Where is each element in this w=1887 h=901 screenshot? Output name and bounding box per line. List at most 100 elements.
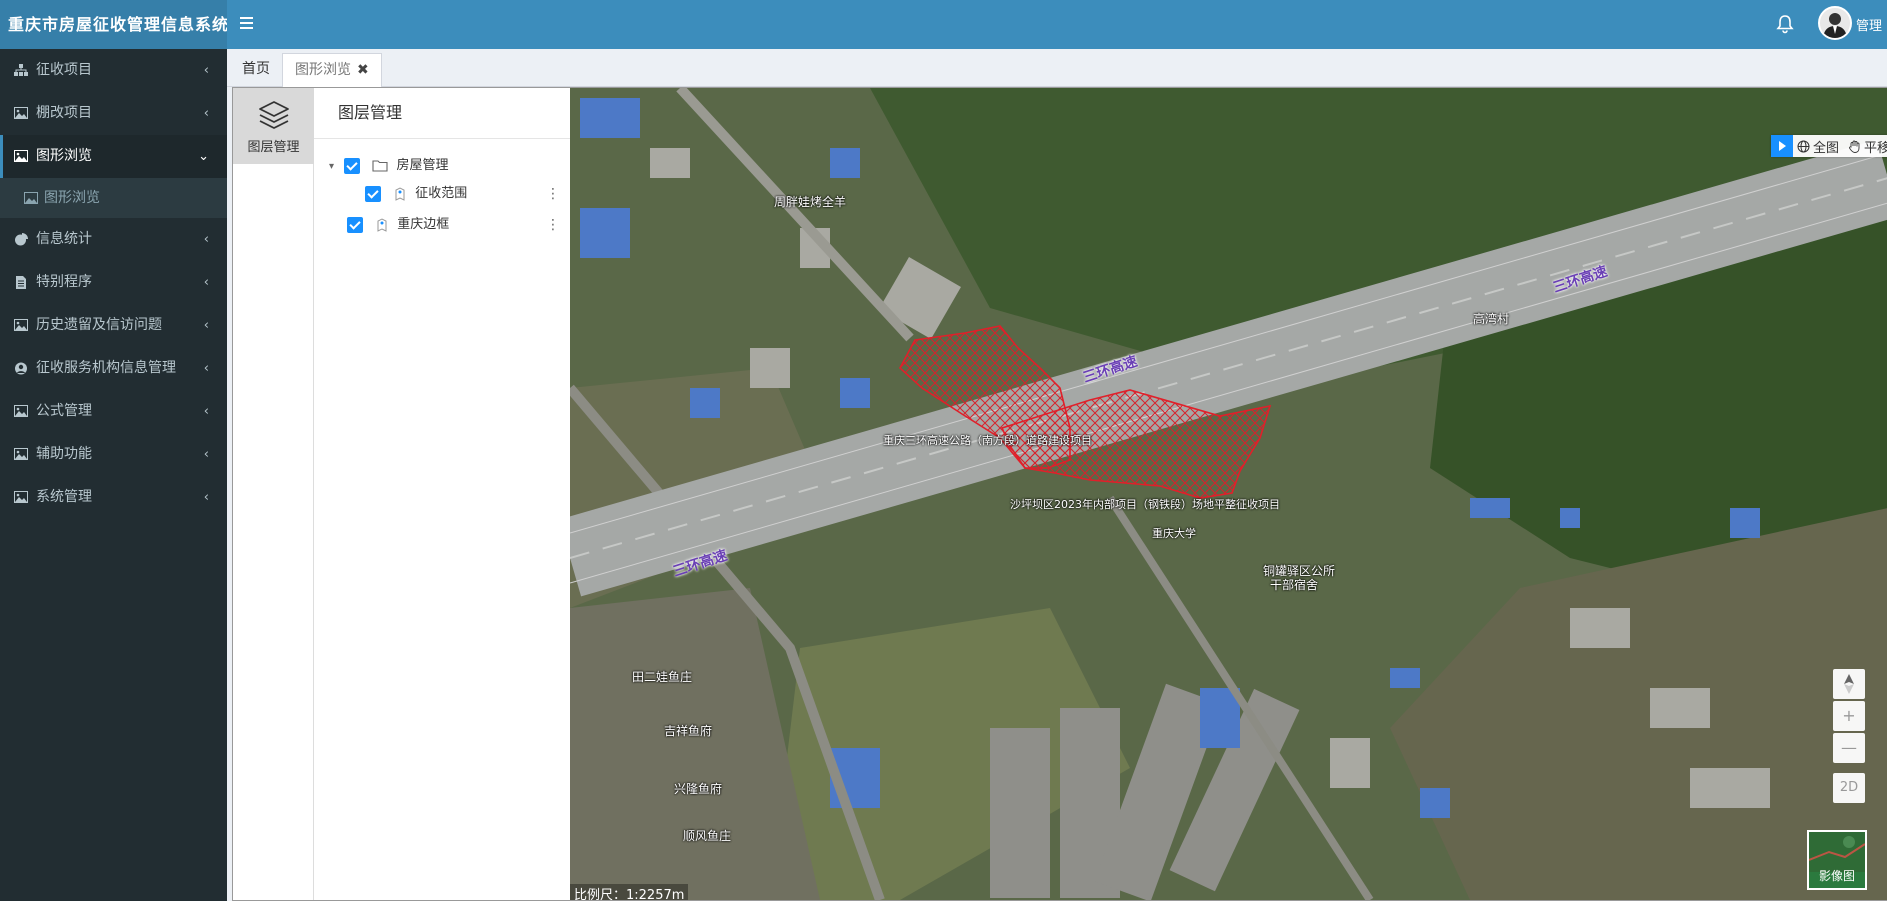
basemap-label: 影像图 — [1818, 869, 1855, 883]
sidebar-item-collection-projects[interactable]: 征收项目 ‹ — [0, 49, 227, 92]
sidebar-item-auxiliary-functions[interactable]: 辅助功能 ‹ — [0, 433, 227, 476]
folder-icon — [372, 160, 388, 172]
menu-toggle-icon[interactable] — [240, 14, 256, 34]
tree-node-chongqing-border[interactable]: 重庆边框 ⋮ — [347, 214, 570, 236]
avatar[interactable] — [1818, 6, 1852, 40]
tree-node-label: 重庆边框 — [397, 217, 450, 232]
sidebar-item-history-petitions[interactable]: 历史遗留及信访问题 ‹ — [0, 304, 227, 347]
file-icon — [16, 276, 26, 289]
chevron-left-icon: ‹ — [203, 318, 209, 333]
tab-home[interactable]: 首页 — [230, 53, 282, 87]
top-header: 重庆市房屋征收管理信息系统 管理 — [0, 0, 1887, 49]
chevron-left-icon: ‹ — [203, 106, 209, 121]
sidebar-item-graphic-browse[interactable]: 图形浏览 ⌄ — [0, 135, 227, 178]
tool-strip: 图层管理 — [233, 88, 314, 900]
basemap-thumbnail — [1808, 832, 1866, 872]
poi-label: 重庆大学 — [1152, 527, 1196, 540]
tab-graphic-browse[interactable]: 图形浏览 ✖ — [282, 53, 382, 87]
scale-bar: 比例尺：1:2257m — [570, 884, 689, 900]
map-layer-icon — [377, 217, 387, 232]
poi-label: 田二娃鱼庄 — [632, 670, 693, 684]
layer-panel: 图层管理 ▾ 房屋管理 征收范围 ⋮ 重庆边框 ⋮ — [314, 88, 570, 900]
user-avatar-icon — [1820, 8, 1850, 38]
map-viewport[interactable]: 周胖娃烤全羊 高湾村 重庆三环高速公路（南方段）道路建设项目 沙坪坝区2023年… — [570, 88, 1887, 900]
sidebar-item-label: 历史遗留及信访问题 — [36, 317, 162, 333]
tree-node-collection-scope[interactable]: 征收范围 ⋮ — [365, 183, 570, 205]
pan-button[interactable]: 平移 — [1844, 137, 1887, 156]
hand-icon — [1849, 140, 1860, 153]
sidebar-item-system-management[interactable]: 系统管理 ‹ — [0, 476, 227, 519]
tab-strip: 首页 图形浏览 ✖ — [227, 49, 1887, 87]
poi-label: 兴隆鱼府 — [674, 782, 723, 796]
user-circle-icon — [15, 362, 27, 375]
sitemap-icon — [14, 64, 28, 76]
compass-button[interactable] — [1833, 669, 1865, 699]
image-icon — [14, 448, 28, 460]
app-title: 重庆市房屋征收管理信息系统 — [0, 0, 227, 49]
image-icon — [14, 107, 28, 119]
layer-checkbox[interactable] — [344, 157, 361, 174]
map-toolbar: 全图 平移 选择 图例 导出 — [1771, 135, 1887, 157]
poi-label: 干部宿舍 — [1270, 578, 1319, 592]
sidebar-item-label: 信息统计 — [36, 231, 92, 247]
poi-label: 顺风鱼庄 — [683, 829, 732, 843]
sidebar-item-label: 征收服务机构信息管理 — [36, 360, 176, 376]
poi-label: 吉祥鱼府 — [664, 724, 713, 738]
map-layer-icon — [395, 186, 405, 201]
tree-node-label: 征收范围 — [415, 186, 468, 201]
caret-down-icon[interactable]: ▾ — [329, 161, 334, 172]
layers-icon — [259, 101, 289, 129]
satellite-imagery — [570, 88, 1887, 900]
more-options-icon[interactable]: ⋮ — [546, 183, 560, 205]
sidebar-item-label: 图形浏览 — [36, 148, 92, 164]
sidebar-subitem-graphic-browse[interactable]: 图形浏览 — [0, 178, 227, 218]
panel-title: 图层管理 — [314, 88, 570, 139]
sidebar-item-formula-management[interactable]: 公式管理 ‹ — [0, 390, 227, 433]
image-icon — [14, 405, 28, 417]
globe-icon — [1797, 140, 1810, 152]
compass-icon — [1844, 674, 1854, 694]
poi-label: 周胖娃烤全羊 — [774, 195, 847, 209]
layer-manager-button[interactable]: 图层管理 — [233, 88, 314, 164]
chevron-left-icon: ‹ — [203, 63, 209, 78]
sidebar-item-label: 公式管理 — [36, 403, 92, 419]
sidebar-item-label: 辅助功能 — [36, 446, 92, 462]
sidebar-item-special-procedures[interactable]: 特别程序 ‹ — [0, 261, 227, 304]
chevron-left-icon: ‹ — [203, 232, 209, 247]
sidebar-item-label: 征收项目 — [36, 62, 92, 78]
main-content: 图层管理 图层管理 ▾ 房屋管理 征收范围 ⋮ 重庆边框 ⋮ 周胖娃烤全羊 高湾… — [232, 87, 1887, 901]
poi-label: 高湾村 — [1473, 312, 1510, 326]
tab-label: 图形浏览 — [295, 62, 351, 78]
chevron-down-icon: ⌄ — [198, 149, 209, 164]
bell-icon[interactable] — [1776, 14, 1794, 34]
image-icon — [14, 491, 28, 503]
sidebar-item-statistics[interactable]: 信息统计 ‹ — [0, 218, 227, 261]
sidebar: 征收项目 ‹ 棚改项目 ‹ 图形浏览 ⌄ 图形浏览 信息统计 ‹ 特别程序 ‹ … — [0, 49, 227, 901]
user-name[interactable]: 管理 — [1856, 15, 1882, 34]
sidebar-item-renovation-projects[interactable]: 棚改项目 ‹ — [0, 92, 227, 135]
zoom-in-button[interactable]: + — [1833, 701, 1865, 731]
chevron-left-icon: ‹ — [203, 361, 209, 376]
polygon-label: 沙坪坝区2023年内部项目（钢铁段）场地平整征收项目 — [1010, 498, 1280, 511]
chevron-left-icon: ‹ — [203, 447, 209, 462]
basemap-switcher[interactable]: 影像图 — [1807, 830, 1867, 890]
close-icon[interactable]: ✖ — [357, 62, 369, 78]
zoom-out-button[interactable]: — — [1833, 733, 1865, 763]
more-options-icon[interactable]: ⋮ — [546, 214, 560, 236]
chevron-left-icon: ‹ — [203, 490, 209, 505]
layer-checkbox[interactable] — [347, 216, 363, 233]
full-extent-button[interactable]: 全图 — [1793, 137, 1844, 156]
sidebar-item-service-agencies[interactable]: 征收服务机构信息管理 ‹ — [0, 347, 227, 390]
tree-node-label: 房屋管理 — [396, 158, 449, 173]
sidebar-subitem-label: 图形浏览 — [44, 190, 100, 206]
polygon-label: 重庆三环高速公路（南方段）道路建设项目 — [883, 434, 1092, 447]
layer-checkbox[interactable] — [365, 185, 381, 202]
sidebar-item-label: 特别程序 — [36, 274, 92, 290]
view-mode-button[interactable]: 2D — [1833, 773, 1865, 803]
image-icon — [14, 150, 28, 162]
tree-node-house-management[interactable]: ▾ 房屋管理 — [329, 155, 448, 177]
toolbar-collapse-button[interactable] — [1771, 135, 1793, 157]
sidebar-item-label: 系统管理 — [36, 489, 92, 505]
chevron-left-icon: ‹ — [203, 275, 209, 290]
image-icon — [24, 192, 38, 204]
